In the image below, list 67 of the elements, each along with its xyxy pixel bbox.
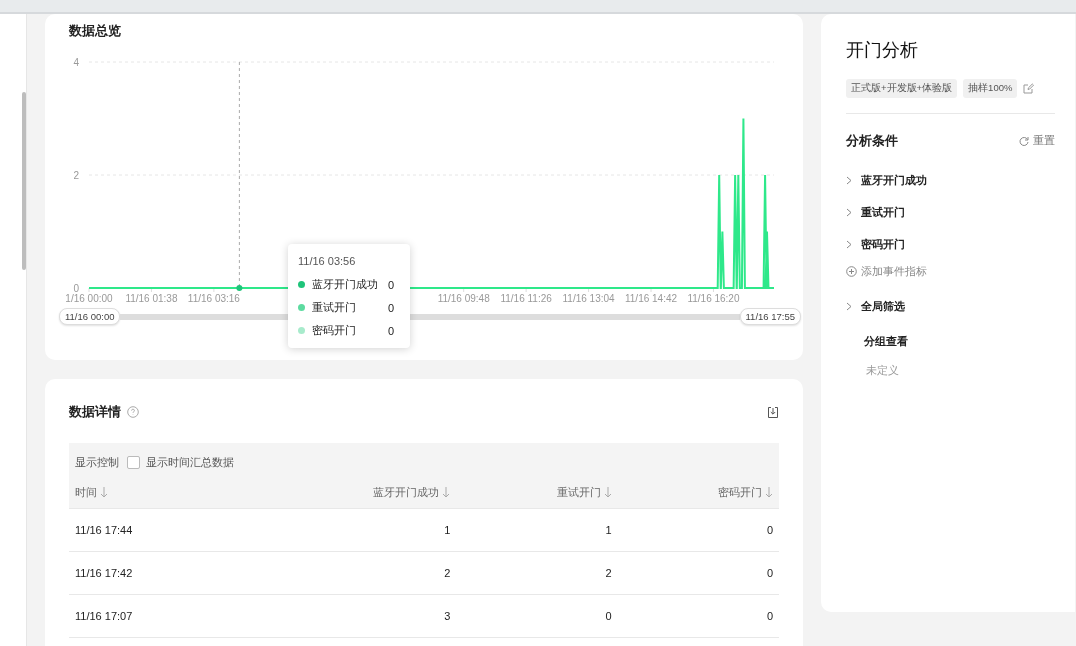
hover-point [236, 285, 243, 291]
column-header[interactable]: 蓝牙开门成功 [373, 484, 440, 500]
group-value: 未定义 [866, 363, 900, 378]
table-cell: 2 [605, 567, 612, 579]
table-cell: 0 [766, 610, 773, 622]
display-control-label: 显示控制 [75, 455, 119, 470]
table-cell: 11/16 17:44 [75, 524, 133, 536]
y-axis-label: 0 [73, 283, 79, 294]
chevron-icon [846, 301, 852, 311]
table-cell: 0 [766, 524, 773, 536]
table-cell: 3 [444, 610, 451, 622]
series-value: 0 [388, 301, 395, 314]
global-filter-item[interactable]: 全局筛选 [861, 298, 905, 314]
event-item[interactable]: 蓝牙开门成功 [861, 172, 927, 188]
x-axis-label: 11/16 03:16 [187, 293, 240, 304]
section-title: 分析条件 [846, 132, 898, 150]
y-axis-label: 4 [73, 57, 79, 68]
add-metric-link[interactable]: 添加事件指标 [861, 263, 927, 279]
column-header[interactable]: 时间 [75, 484, 97, 500]
table-cell: 0 [605, 610, 612, 622]
column-header[interactable]: 密码开门 [718, 484, 762, 500]
x-axis-label: 11/16 16:20 [687, 293, 740, 304]
card-title: 数据总览 [69, 22, 122, 40]
plus-circle-icon[interactable] [846, 265, 857, 277]
chevron-icon [846, 239, 852, 249]
table-cell: 1 [444, 524, 451, 536]
tooltip-title: 11/16 03:56 [298, 255, 357, 267]
sort-icon[interactable] [100, 486, 108, 498]
table-cell: 11/16 17:07 [75, 610, 133, 622]
x-axis-label: 11/16 14:42 [624, 293, 678, 304]
download-icon[interactable] [767, 405, 779, 419]
table-cell: 1 [605, 524, 612, 536]
column-header[interactable]: 重试开门 [556, 484, 601, 500]
x-axis-label: 11/16 09:48 [437, 293, 490, 304]
series-name: 密码开门 [312, 323, 357, 338]
reset-button[interactable]: 重置 [1019, 134, 1055, 148]
x-axis-label: 1/16 00:00 [65, 293, 113, 304]
range-start-handle[interactable]: 11/16 00:00 [59, 308, 121, 325]
series-value: 0 [388, 324, 395, 337]
help-icon[interactable] [127, 406, 139, 418]
y-axis-label: 2 [73, 170, 79, 181]
tag: 抽样100% [963, 79, 1018, 98]
summary-checkbox[interactable]: 显示时间汇总数据 [127, 455, 234, 470]
range-end-handle[interactable]: 11/16 17:55 [739, 308, 801, 325]
series-value: 0 [388, 278, 395, 291]
table-cell: 0 [766, 567, 773, 579]
refresh-icon [1019, 136, 1029, 146]
card-title: 数据详情 [69, 403, 121, 421]
sort-icon[interactable] [442, 486, 451, 498]
sort-icon[interactable] [765, 486, 773, 498]
tag: 正式版+开发版+体验版 [846, 79, 958, 98]
checkbox[interactable] [127, 456, 140, 469]
sort-icon[interactable] [603, 486, 612, 498]
x-axis-label: 11/16 13:04 [562, 293, 615, 304]
series-name: 重试开门 [312, 300, 357, 315]
edit-icon[interactable] [1023, 83, 1035, 94]
event-item[interactable]: 密码开门 [861, 236, 905, 252]
event-item[interactable]: 重试开门 [861, 204, 905, 220]
chevron-icon [846, 175, 852, 185]
panel-title: 开门分析 [846, 39, 919, 62]
x-axis-label: 11/16 11:26 [500, 293, 552, 304]
x-axis-label: 11/16 01:38 [125, 293, 178, 304]
group-title: 分组查看 [864, 334, 909, 349]
table-cell: 11/16 17:42 [75, 567, 133, 579]
series-name: 蓝牙开门成功 [312, 277, 379, 292]
chevron-icon [846, 207, 852, 217]
table-cell: 2 [444, 567, 451, 579]
